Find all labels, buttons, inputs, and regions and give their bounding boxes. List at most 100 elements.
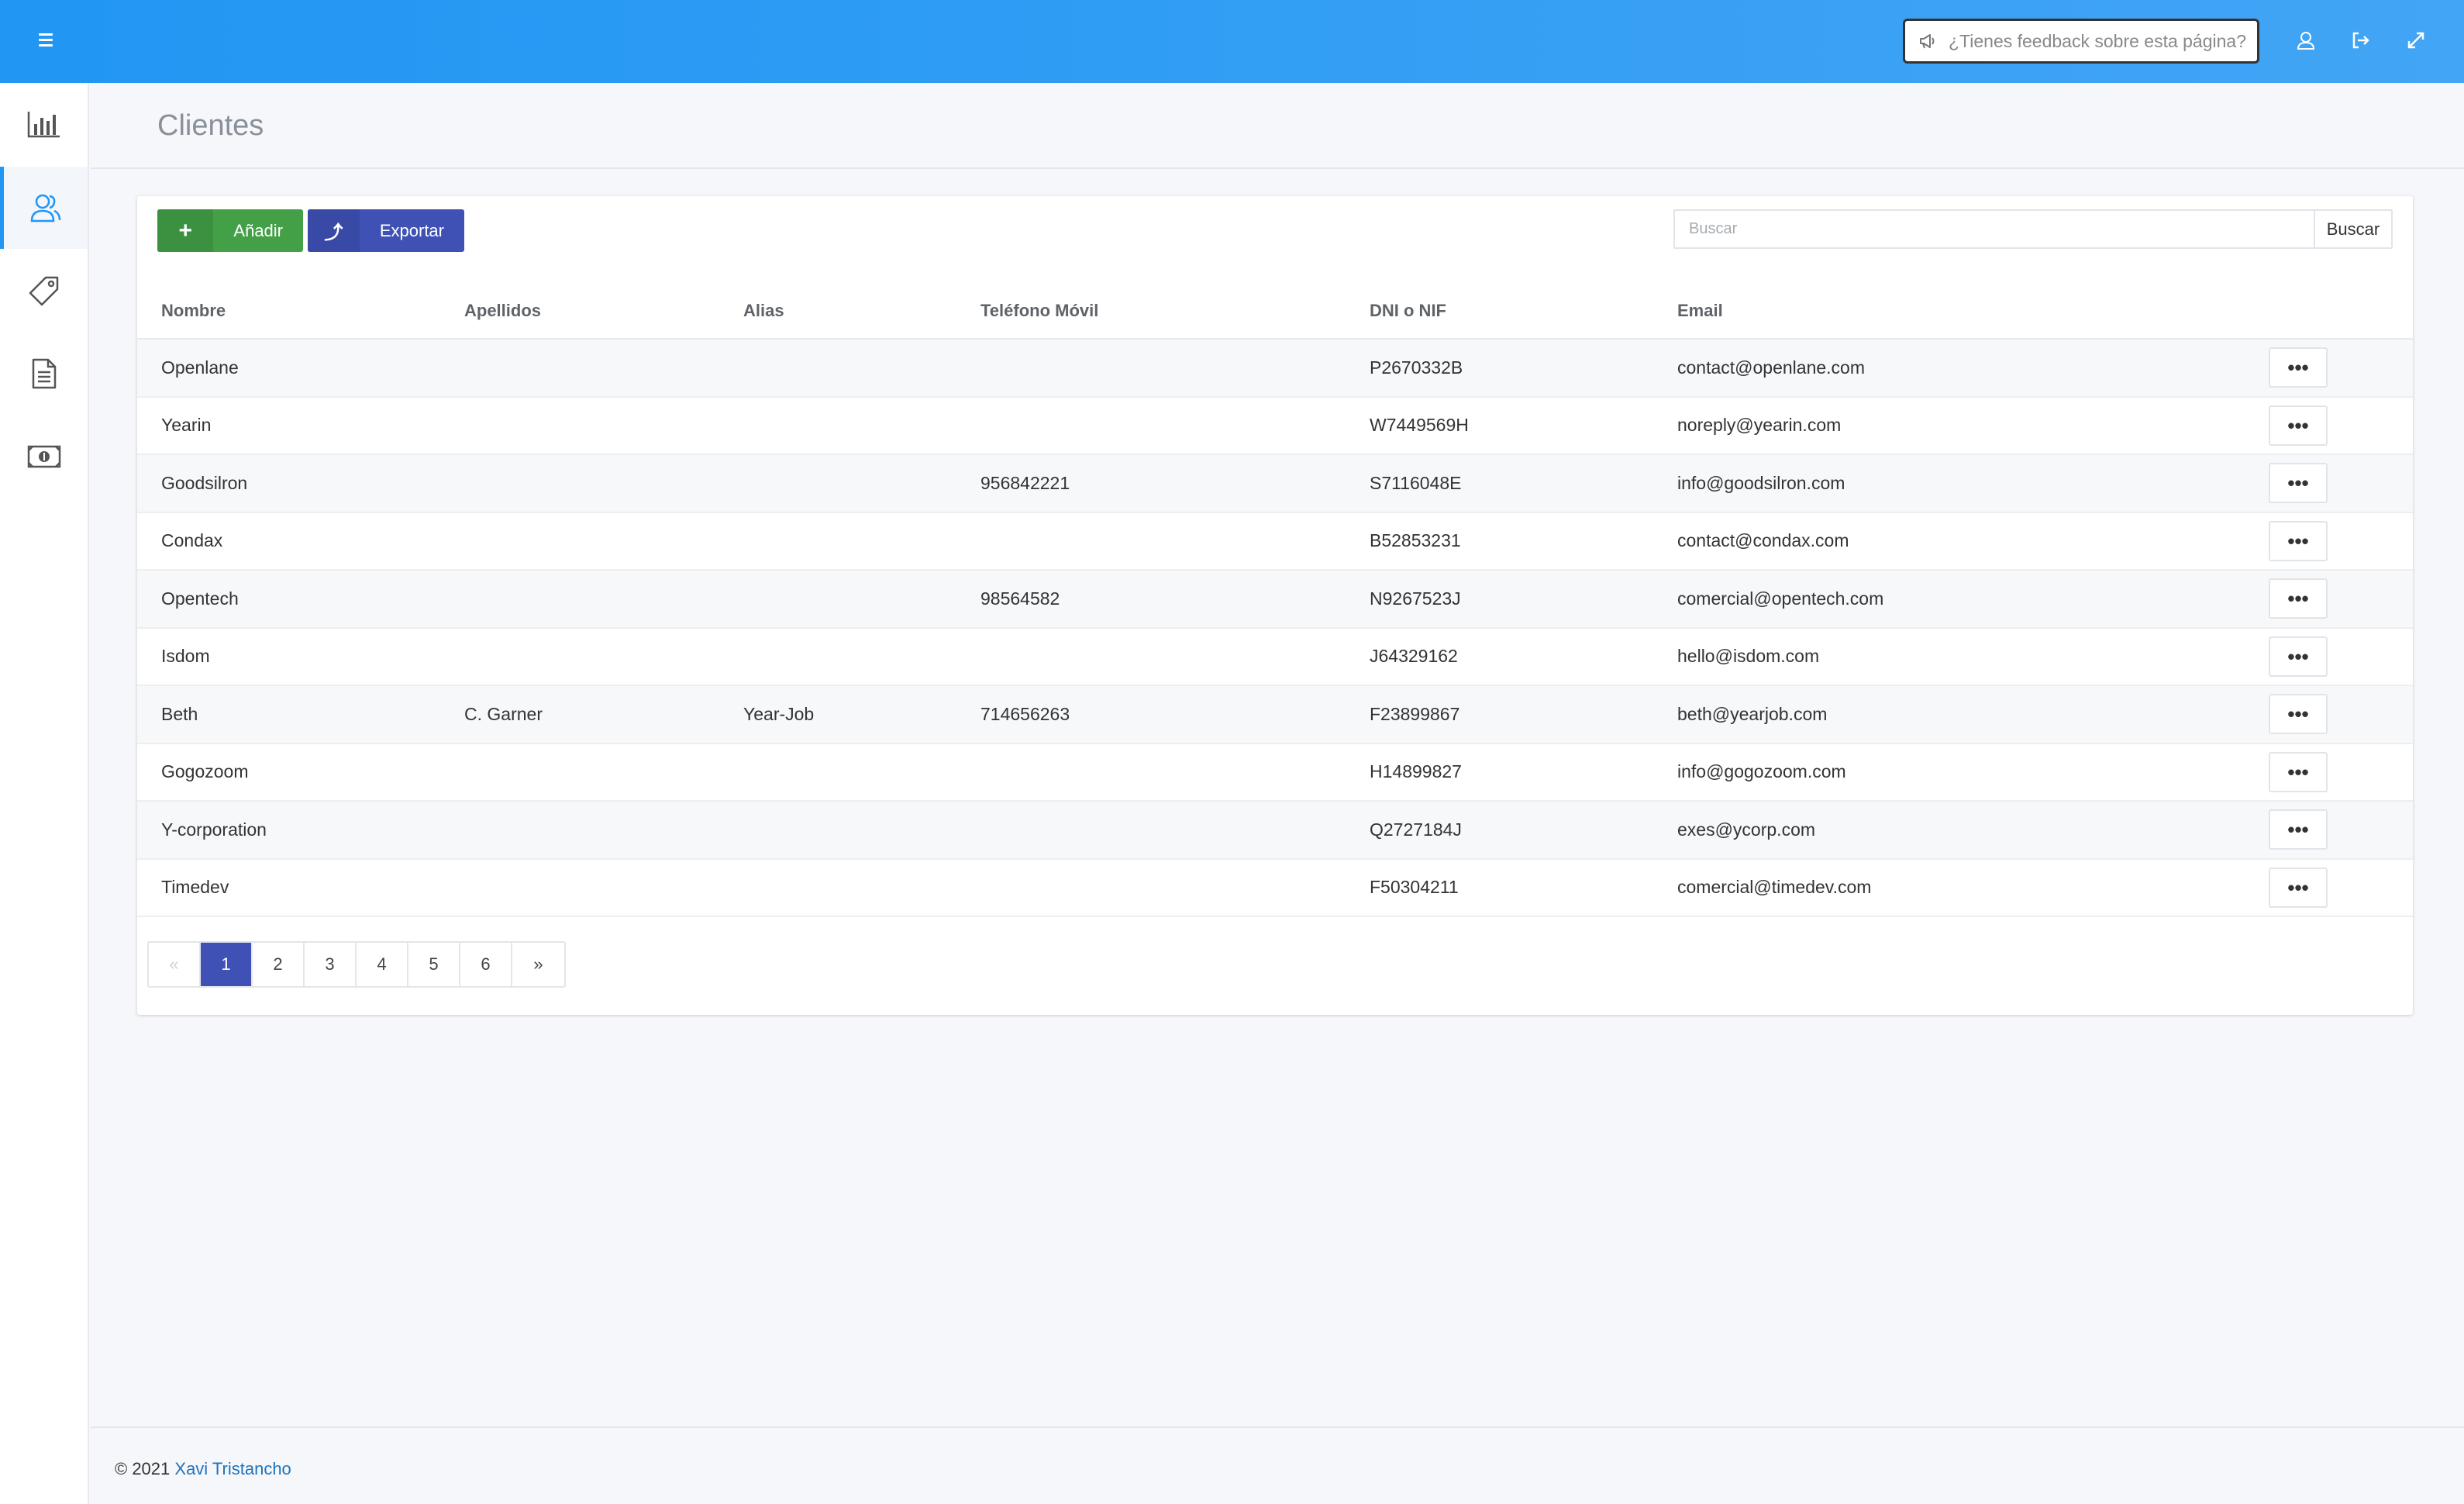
row-actions-button[interactable]: ••• bbox=[2269, 578, 2328, 619]
page-header: Clientes bbox=[91, 83, 2464, 169]
cell-apellidos bbox=[464, 512, 743, 571]
cell-nombre: Beth bbox=[137, 685, 464, 744]
cell-email: hello@isdom.com bbox=[1677, 627, 2269, 686]
user-icon[interactable] bbox=[2292, 26, 2320, 54]
export-button-label: Exportar bbox=[379, 220, 444, 240]
pagination-page-3[interactable]: 3 bbox=[305, 943, 357, 986]
table-row: Timedev F50304211 comercial@timedev.com ••• bbox=[137, 858, 2413, 917]
sidebar-item-pagos[interactable] bbox=[0, 416, 88, 498]
feedback-placeholder: ¿Tienes feedback sobre esta página? bbox=[1949, 30, 2247, 51]
pagination-page-4[interactable]: 4 bbox=[357, 943, 408, 986]
author-link[interactable]: Xavi Tristancho bbox=[174, 1459, 291, 1478]
cell-email: contact@openlane.com bbox=[1677, 339, 2269, 398]
cell-apellidos bbox=[464, 570, 743, 629]
row-actions-button[interactable]: ••• bbox=[2269, 751, 2328, 792]
column-header-email[interactable]: Email bbox=[1677, 283, 2269, 340]
export-button[interactable]: ⤴ Exportar bbox=[308, 209, 464, 252]
column-header-apellidos[interactable]: Apellidos bbox=[464, 283, 743, 340]
cell-actions: ••• bbox=[2269, 858, 2413, 917]
cell-actions: ••• bbox=[2269, 512, 2413, 571]
cell-alias: Year-Job bbox=[743, 685, 980, 744]
bar-chart-icon bbox=[27, 112, 60, 138]
cell-dni: H14899827 bbox=[1370, 743, 1677, 802]
cell-nombre: Y-corporation bbox=[137, 801, 464, 860]
column-header-dni[interactable]: DNI o NIF bbox=[1370, 283, 1677, 340]
table-row: Condax B52853231 contact@condax.com ••• bbox=[137, 512, 2413, 571]
top-bar: ¿Tienes feedback sobre esta página? bbox=[0, 0, 2464, 83]
row-actions-button[interactable]: ••• bbox=[2269, 809, 2328, 850]
cell-alias bbox=[743, 858, 980, 917]
money-icon bbox=[27, 445, 60, 468]
search-input[interactable] bbox=[1673, 209, 2315, 249]
cell-actions: ••• bbox=[2269, 685, 2413, 744]
row-actions-button[interactable]: ••• bbox=[2269, 463, 2328, 504]
table-row: Beth C. Garner Year-Job 714656263 F23899867 b… bbox=[137, 685, 2413, 744]
cell-nombre: Openlane bbox=[137, 339, 464, 398]
column-header-telefono[interactable]: Teléfono Móvil bbox=[980, 283, 1370, 340]
cell-alias bbox=[743, 396, 980, 455]
pagination-page-1[interactable]: 1 bbox=[201, 943, 253, 986]
pagination-page-5[interactable]: 5 bbox=[408, 943, 460, 986]
cell-nombre: Opentech bbox=[137, 570, 464, 629]
row-actions-button[interactable]: ••• bbox=[2269, 520, 2328, 561]
pagination-page-2[interactable]: 2 bbox=[253, 943, 305, 986]
cell-nombre: Isdom bbox=[137, 627, 464, 686]
cell-apellidos bbox=[464, 627, 743, 686]
cell-alias bbox=[743, 570, 980, 629]
table-row: Opentech 98564582 N9267523J comercial@opent… bbox=[137, 570, 2413, 629]
row-actions-button[interactable]: ••• bbox=[2269, 347, 2328, 388]
cell-telefono bbox=[980, 627, 1370, 686]
cell-alias bbox=[743, 339, 980, 398]
tag-icon bbox=[29, 276, 58, 306]
column-header-nombre[interactable]: Nombre bbox=[137, 283, 464, 340]
cell-apellidos: C. Garner bbox=[464, 685, 743, 744]
table-row: Openlane P2670332B contact@openlane.com ••• bbox=[137, 339, 2413, 398]
row-actions-button[interactable]: ••• bbox=[2269, 405, 2328, 446]
cell-email: comercial@timedev.com bbox=[1677, 858, 2269, 917]
cell-telefono: 956842221 bbox=[980, 454, 1370, 513]
cell-alias bbox=[743, 743, 980, 802]
feedback-input[interactable]: ¿Tienes feedback sobre esta página? bbox=[1903, 19, 2259, 64]
cell-email: contact@condax.com bbox=[1677, 512, 2269, 571]
cell-nombre: Condax bbox=[137, 512, 464, 571]
cell-dni: Q2727184J bbox=[1370, 801, 1677, 860]
cell-dni: F50304211 bbox=[1370, 858, 1677, 917]
search-button[interactable]: Buscar bbox=[2314, 209, 2393, 249]
table-row: Y-corporation Q2727184J exes@ycorp.com ••• bbox=[137, 801, 2413, 860]
cell-email: info@gogozoom.com bbox=[1677, 743, 2269, 802]
cell-dni: F23899867 bbox=[1370, 685, 1677, 744]
table-row: Gogozoom H14899827 info@gogozoom.com ••• bbox=[137, 743, 2413, 802]
sidebar bbox=[0, 83, 89, 1504]
cell-actions: ••• bbox=[2269, 801, 2413, 860]
sidebar-item-dashboard[interactable] bbox=[0, 83, 88, 165]
cell-actions: ••• bbox=[2269, 743, 2413, 802]
cell-apellidos bbox=[464, 339, 743, 398]
cell-apellidos bbox=[464, 396, 743, 455]
column-header-alias[interactable]: Alias bbox=[743, 283, 980, 340]
hamburger-menu-icon[interactable] bbox=[34, 26, 57, 54]
cell-dni: W7449569H bbox=[1370, 396, 1677, 455]
add-button[interactable]: + Añadir bbox=[157, 209, 303, 252]
document-icon bbox=[32, 358, 56, 389]
row-actions-button[interactable]: ••• bbox=[2269, 636, 2328, 677]
fullscreen-icon[interactable] bbox=[2402, 26, 2430, 54]
cell-telefono bbox=[980, 512, 1370, 571]
pagination-next[interactable]: » bbox=[512, 943, 564, 986]
sidebar-item-documentos[interactable] bbox=[0, 333, 88, 415]
pagination: « 1 2 3 4 5 6 » bbox=[147, 941, 566, 988]
cell-actions: ••• bbox=[2269, 627, 2413, 686]
logout-icon[interactable] bbox=[2347, 26, 2375, 54]
megaphone-icon bbox=[1920, 34, 1935, 49]
sidebar-item-clientes[interactable] bbox=[0, 167, 88, 249]
cell-nombre: Timedev bbox=[137, 858, 464, 917]
row-actions-button[interactable]: ••• bbox=[2269, 694, 2328, 735]
cell-telefono: 714656263 bbox=[980, 685, 1370, 744]
sidebar-item-productos[interactable] bbox=[0, 250, 88, 332]
pagination-page-6[interactable]: 6 bbox=[460, 943, 512, 986]
cell-apellidos bbox=[464, 743, 743, 802]
cell-dni: N9267523J bbox=[1370, 570, 1677, 629]
pagination-prev[interactable]: « bbox=[149, 943, 201, 986]
row-actions-button[interactable]: ••• bbox=[2269, 867, 2328, 908]
cell-email: beth@yearjob.com bbox=[1677, 685, 2269, 744]
table-row: Yearin W7449569H noreply@yearin.com ••• bbox=[137, 396, 2413, 455]
